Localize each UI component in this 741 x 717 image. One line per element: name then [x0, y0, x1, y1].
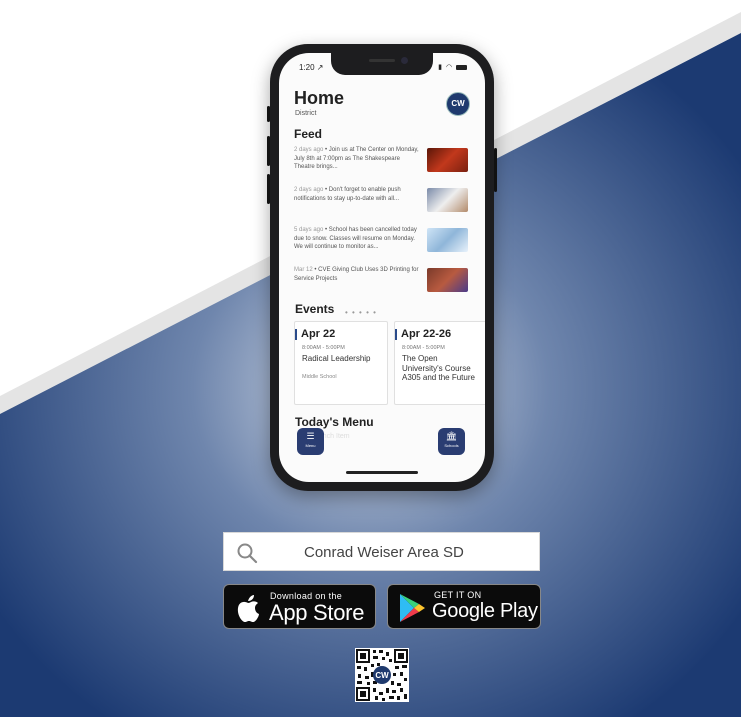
event-date: Apr 22	[301, 328, 336, 340]
feed-heading: Feed	[294, 127, 323, 141]
app-store-badge[interactable]: Download on the App Store	[223, 584, 376, 629]
events-carousel[interactable]: Apr 22 8:00AM - 5:00PM Radical Leadershi…	[294, 321, 485, 407]
event-name: Radical Leadership	[302, 354, 371, 363]
page-title: Home	[294, 88, 345, 108]
schools-button[interactable]: 🏛 Schools	[438, 428, 465, 455]
feed-item-date: Mar 12	[294, 267, 313, 273]
district-logo-avatar[interactable]: CW	[446, 92, 470, 116]
feed-item[interactable]: 2 days ago • Join us at The Center on Mo…	[294, 146, 472, 186]
schools-button-label: Schools	[444, 443, 459, 448]
events-page-dots: • • • • •	[345, 308, 377, 317]
phone-mockup: 1:20 ↗ ▮ ◠ Home District CW Feed 2 days …	[267, 44, 497, 491]
feed-item-date: 5 days ago	[294, 227, 324, 233]
event-date: Apr 22-26	[401, 328, 452, 340]
events-heading: Events	[295, 302, 335, 316]
feed-item-text: Mar 12 • CVE Giving Club Uses 3D Printin…	[294, 267, 419, 282]
phone-side-button	[267, 136, 270, 166]
event-time: 8:00AM - 5:00PM	[402, 345, 445, 351]
qr-logo-mark: CW	[375, 671, 389, 680]
menu-button[interactable]: ☰ Menu	[297, 428, 324, 455]
phone-screen: 1:20 ↗ ▮ ◠ Home District CW Feed 2 days …	[279, 53, 485, 482]
qr-code[interactable]: CW	[355, 648, 409, 702]
status-time: 1:20 ↗	[299, 63, 324, 72]
apple-logo-icon	[237, 595, 259, 622]
event-time: 8:00AM - 5:00PM	[302, 345, 345, 351]
feed-item-text: 5 days ago • School has been cancelled t…	[294, 227, 417, 250]
hamburger-icon: ☰	[306, 431, 315, 441]
phone-side-button	[494, 148, 497, 192]
phone-side-button	[267, 174, 270, 204]
event-accent-bar	[295, 329, 297, 340]
play-logo-icon	[400, 594, 425, 622]
building-icon: 🏛	[445, 431, 458, 441]
app-store-big-text: App Store	[269, 600, 365, 625]
status-icons: ▮ ◠	[438, 63, 467, 71]
feed-item[interactable]: 2 days ago • Don't forget to enable push…	[294, 186, 472, 226]
google-play-small-text: GET IT ON	[434, 590, 482, 600]
phone-notch	[331, 53, 433, 75]
battery-icon	[456, 64, 467, 70]
feed-item-body: CVE Giving Club Uses 3D Printing for Ser…	[294, 267, 419, 282]
feed-list: 2 days ago • Join us at The Center on Mo…	[294, 146, 472, 306]
feed-thumbnail	[427, 188, 468, 212]
menu-button-label: Menu	[305, 443, 316, 448]
wifi-icon: ◠	[445, 64, 454, 71]
google-play-badge[interactable]: GET IT ON Google Play	[387, 584, 541, 629]
event-name: The Open University's Course A305 and th…	[402, 354, 475, 382]
feed-thumbnail	[427, 228, 468, 252]
feed-item-date: 2 days ago	[294, 187, 324, 193]
feed-item-text: 2 days ago • Don't forget to enable push…	[294, 187, 401, 202]
search-icon	[237, 543, 258, 564]
event-card[interactable]: Apr 22-26 8:00AM - 5:00PM The Open Unive…	[394, 321, 485, 405]
home-indicator	[346, 471, 418, 474]
event-accent-bar	[395, 329, 397, 340]
feed-item-text: 2 days ago • Join us at The Center on Mo…	[294, 147, 419, 170]
menu-heading: Today's Menu	[295, 415, 374, 429]
feed-item[interactable]: 5 days ago • School has been cancelled t…	[294, 226, 472, 266]
event-location: Middle School	[302, 374, 337, 380]
page-subtitle: District	[295, 110, 317, 117]
feed-thumbnail	[427, 148, 468, 172]
search-text: Conrad Weiser Area SD	[304, 544, 464, 561]
signal-icon: ▮	[438, 64, 443, 71]
feed-item-date: 2 days ago	[294, 147, 324, 153]
search-box[interactable]: Conrad Weiser Area SD	[223, 532, 540, 571]
feed-item[interactable]: Mar 12 • CVE Giving Club Uses 3D Printin…	[294, 266, 472, 306]
event-card[interactable]: Apr 22 8:00AM - 5:00PM Radical Leadershi…	[294, 321, 388, 405]
phone-side-button	[267, 106, 270, 122]
feed-thumbnail	[427, 268, 468, 292]
google-play-big-text: Google Play	[432, 600, 538, 622]
